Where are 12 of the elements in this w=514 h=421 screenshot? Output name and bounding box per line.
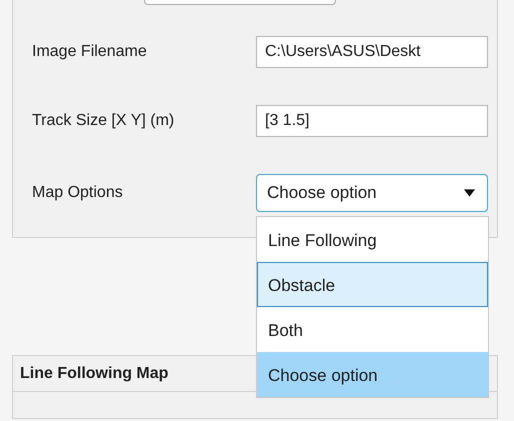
dropdown[interactable]: Choose option <box>256 174 488 212</box>
field-label: Image Filename <box>32 42 148 62</box>
dropdown-option[interactable]: Choose option <box>257 352 488 397</box>
input-field[interactable]: [3 1.5] <box>256 105 488 137</box>
dropdown-option[interactable]: Both <box>257 307 488 352</box>
input-field[interactable]: C:\Users\ASUS\Deskt <box>256 36 488 68</box>
dropdown-option[interactable]: Line Following <box>257 217 488 262</box>
button[interactable] <box>144 0 336 5</box>
caret-icon <box>464 189 475 197</box>
dropdown-option[interactable]: Obstacle <box>257 262 488 307</box>
field-label: Track Size [X Y] (m) <box>32 111 176 131</box>
field-label: Map Options <box>32 183 124 203</box>
